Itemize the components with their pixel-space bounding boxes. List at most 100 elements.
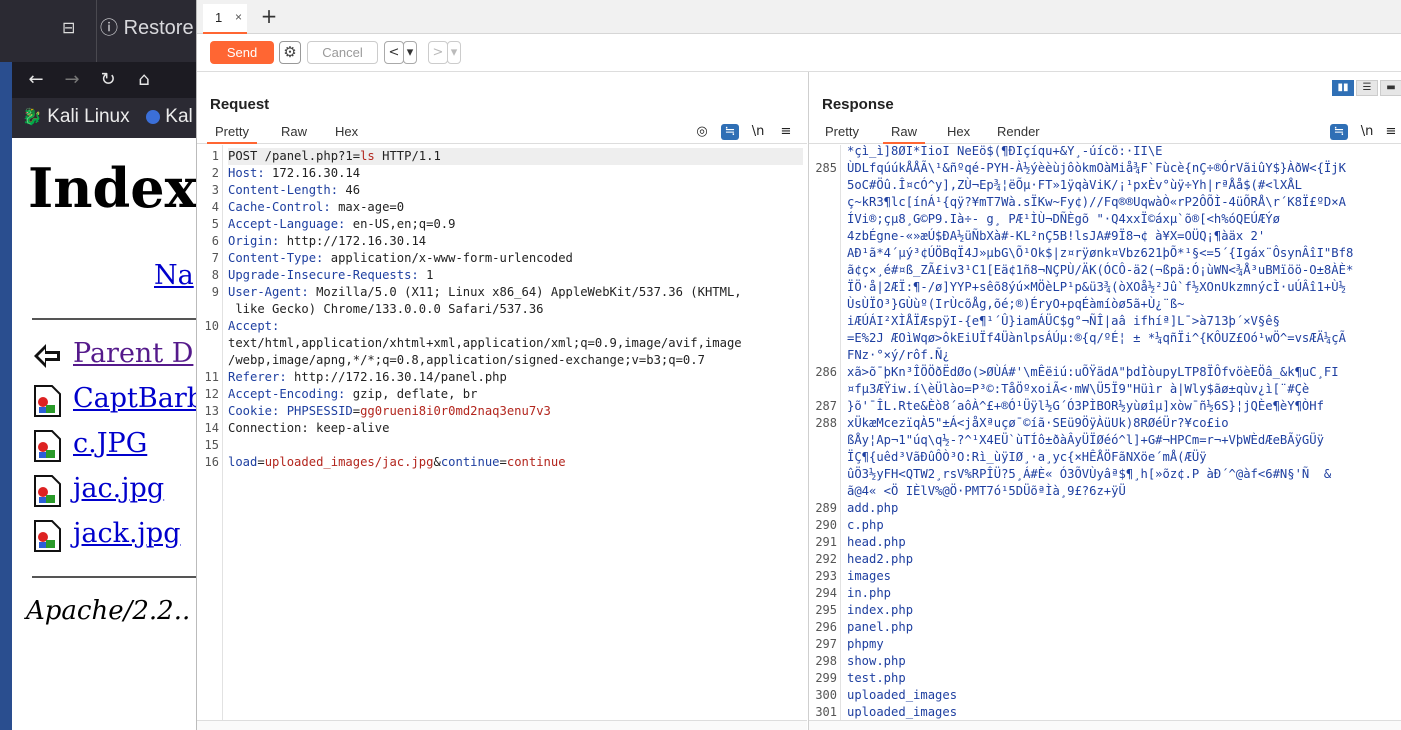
binary-data-line: 4zbÉgne-«»æÚ$ÐA½üÑbXà#-KL²nÇ5B!lsJA#9Ï8¬…	[847, 229, 1266, 243]
code-line: /webp,image/apng,*/*;q=0.8,application/s…	[228, 352, 803, 369]
add-tab-icon[interactable]: +	[259, 5, 279, 27]
line-number: 12	[204, 387, 219, 401]
repeater-tab-1[interactable]: 1 ×	[203, 4, 247, 34]
code-token: 172.16.30.14	[272, 166, 361, 180]
response-search-bar	[809, 720, 1401, 730]
response-editor[interactable]: 285 286 287 288 289 290 291 292 293 294 295 296 297 2…	[809, 145, 1401, 720]
code-token: Cookie:	[228, 404, 287, 418]
repeater-toolbar: Send ⚙ Cancel < ▾ > ▾	[197, 34, 1401, 72]
request-pane: Request Pretty Raw Hex ◎ ≒ \n ≡ 12345678…	[197, 72, 807, 730]
code-line: Host: 172.16.30.14	[228, 165, 803, 182]
gear-icon[interactable]: ⚙	[279, 41, 301, 64]
history-forward-dropdown[interactable]: ▾	[447, 41, 461, 64]
response-pane: ▮▮ ☰ ▬ Response Pretty Raw Hex Render ≒ …	[808, 72, 1401, 730]
close-icon[interactable]: ×	[235, 10, 242, 24]
split-vertical-icon[interactable]: ☰	[1356, 80, 1378, 96]
code-token: =	[352, 404, 361, 418]
wrap-lines-icon[interactable]: ≒	[1330, 124, 1348, 140]
browser-tab-restore[interactable]: ⓘ Restore	[100, 14, 194, 44]
code-token: Connection: keep-alive	[228, 421, 390, 435]
menu-icon[interactable]: ≡	[777, 124, 795, 140]
code-token: http://172.16.30.14	[286, 234, 427, 248]
wrap-lines-icon[interactable]: ≒	[721, 124, 739, 140]
hide-eye-icon[interactable]: ◎	[693, 124, 711, 140]
split-horizontal-icon[interactable]: ▮▮	[1332, 80, 1354, 96]
directory-listing-page: Index Na Parent D CaptBarb c.JPG jac.jpg…	[12, 138, 200, 730]
binary-data-line: FNz·°×ý/rôf.Ñ¿	[847, 348, 950, 362]
tab-hex[interactable]: Hex	[939, 124, 978, 144]
code-token: Accept-Language:	[228, 217, 353, 231]
code-token: ls	[360, 149, 375, 163]
home-icon[interactable]: ⌂	[132, 68, 156, 92]
code-token: Mozilla/5.0 (X11; Linux x86_64) AppleWeb…	[316, 285, 742, 299]
directory-entry-line: panel.php	[847, 620, 914, 634]
line-number: 7	[211, 251, 219, 265]
code-token: /webp,image/apng,*/*;q=0.8,application/s…	[228, 353, 705, 367]
code-line: Referer: http://172.16.30.14/panel.php	[228, 369, 803, 386]
code-token: Content-Length:	[228, 183, 346, 197]
back-arrow-icon[interactable]: ←	[24, 68, 48, 92]
binary-data-line: ã@4« <Ö IÈlV%@Ö·PMT7ó¹5DÜõªÌà¸9£?6z+ÿÜ	[847, 484, 1126, 498]
forward-arrow-icon[interactable]: →	[60, 68, 84, 92]
newline-toggle[interactable]: \n	[1358, 124, 1376, 140]
file-link[interactable]: CaptBarb	[73, 383, 200, 414]
file-link[interactable]: jack.jpg	[73, 518, 180, 549]
line-number: 301	[815, 705, 837, 719]
parent-directory-link[interactable]: Parent D	[73, 338, 193, 369]
send-button[interactable]: Send	[210, 41, 274, 64]
line-number: 9	[211, 285, 219, 299]
tab-pretty[interactable]: Pretty	[817, 124, 867, 144]
code-token: &	[433, 455, 441, 469]
binary-data-line: }õ'¯ÎL.Rte&Èò8´aôÀ^£+®Ó¹Üÿl½G´Ó3PÌBOR½yù…	[847, 399, 1324, 413]
request-search-bar	[197, 720, 807, 730]
tab-render[interactable]: Render	[989, 124, 1048, 144]
line-number: 13	[204, 404, 219, 418]
line-number: 287	[815, 399, 837, 413]
cancel-button[interactable]: Cancel	[307, 41, 378, 64]
code-line: Content-Length: 46	[228, 182, 803, 199]
request-title: Request	[210, 96, 270, 113]
response-view-tabs: Pretty Raw Hex Render ≒ \n ≡	[809, 120, 1401, 144]
code-token: PHPSESSID	[286, 404, 353, 418]
history-back-dropdown[interactable]: ▾	[403, 41, 417, 64]
code-token: continue	[440, 455, 500, 469]
code-line: User-Agent: Mozilla/5.0 (X11; Linux x86_…	[228, 284, 803, 301]
tabs-layout-icon[interactable]: ▬	[1380, 80, 1401, 96]
file-link[interactable]: c.JPG	[73, 428, 147, 459]
history-forward-button[interactable]: >	[428, 41, 448, 64]
line-number: 288	[815, 416, 837, 430]
code-line: Accept-Language: en-US,en;q=0.9	[228, 216, 803, 233]
code-token: User-Agent:	[228, 285, 317, 299]
kali-dragon-icon: 🐉	[22, 109, 42, 126]
tab-hex[interactable]: Hex	[327, 124, 366, 144]
tab-raw[interactable]: Raw	[273, 124, 315, 144]
tab-raw[interactable]: Raw	[883, 124, 926, 144]
history-back-button[interactable]: <	[384, 41, 404, 64]
code-token: 46	[345, 183, 361, 197]
code-token: en-US,en;q=0.9	[352, 217, 456, 231]
request-view-tabs: Pretty Raw Hex ◎ ≒ \n ≡	[197, 120, 807, 144]
browser-tab-label: Restore	[123, 17, 194, 39]
binary-data-line: ÍVi®;çµ8¸G©P9.Ià÷- g¸ PÆ¹ÌÙ¬DÑÈgõ "·Q4xx…	[847, 212, 1280, 226]
binary-data-line: ûÖ3½yFH<QTW2¸rsV%RPÎÜ?5¸Á#È« Ó3ÕVÙyâª$¶¸…	[847, 467, 1332, 481]
line-number: 299	[815, 671, 837, 685]
name-sort-link[interactable]: Na	[154, 260, 194, 291]
menu-icon[interactable]: ≡	[1382, 124, 1400, 140]
repeater-tab-bar: 1 × +	[197, 0, 1401, 34]
code-token: application/x-www-form-urlencoded	[330, 251, 573, 265]
bookmark-kali-linux[interactable]: 🐉 Kali Linux	[22, 106, 130, 128]
tab-list-icon[interactable]: ⊟	[62, 18, 84, 40]
binary-data-line: ÙsÙÏO³}GÙùº(IrÙcõÅg,õé;®)ÉryO+pqÉàmíòø5ã…	[847, 297, 1185, 311]
directory-entry-line: phpmy	[847, 637, 884, 651]
code-token: =	[257, 455, 265, 469]
tab-separator	[96, 0, 97, 62]
code-token: =	[499, 455, 507, 469]
newline-toggle[interactable]: \n	[749, 124, 767, 140]
reload-icon[interactable]: ↻	[96, 68, 120, 92]
tab-pretty[interactable]: Pretty	[207, 124, 257, 144]
file-link[interactable]: jac.jpg	[73, 473, 164, 504]
line-number-gutter: 1 2 3 4 5 6 7 8 9 10 11 12 13 14 15 16	[197, 145, 223, 720]
request-editor[interactable]: 1 2 3 4 5 6 7 8 9 10 11 12 13 14 15 16 POST /panel.php?…	[197, 145, 807, 720]
binary-data-line: ÏÖ·å|2ÆÏ:¶-/ø]YYP+sêõ8ýú×MÖèLP¹p&ü3¾(òXO…	[847, 280, 1346, 294]
bookmark-kali-tools[interactable]: Kal	[146, 106, 193, 128]
